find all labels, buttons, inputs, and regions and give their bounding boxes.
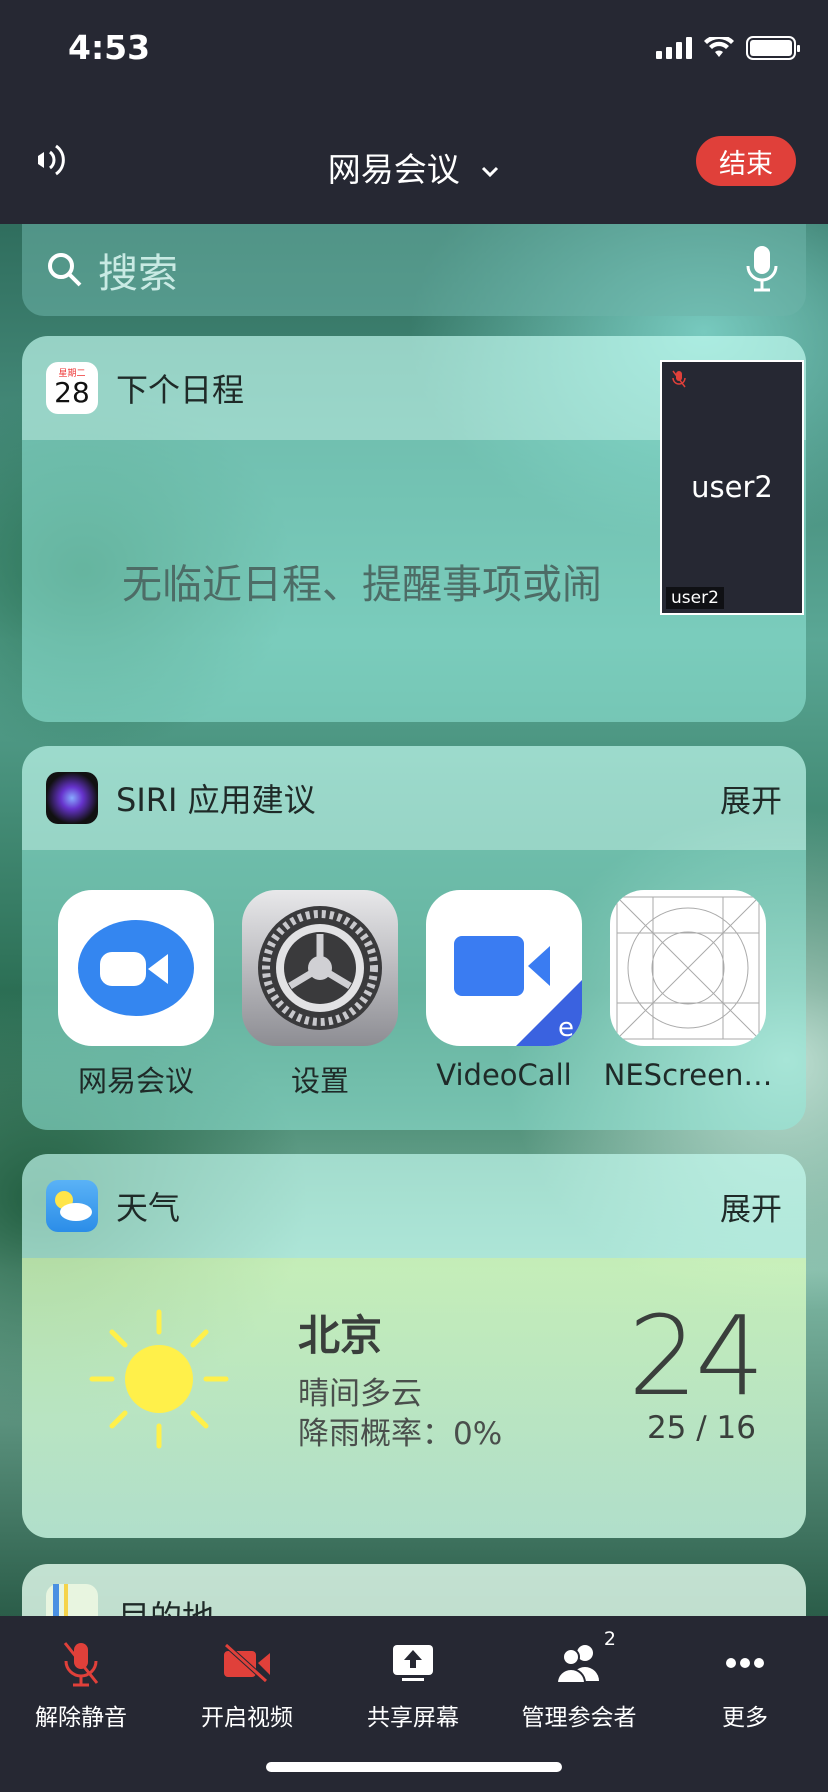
siri-icon [46, 772, 98, 824]
more-icon [726, 1658, 764, 1668]
weather-app-icon [46, 1180, 98, 1232]
weather-city: 北京 [298, 1311, 383, 1360]
weather-widget-header: 天气 展开 [22, 1154, 806, 1258]
share-screen-button[interactable]: 共享屏幕 [338, 1634, 488, 1732]
calendar-icon-date: 28 [54, 376, 90, 409]
placeholder-app-icon [610, 890, 766, 1046]
start-video-button[interactable]: 开启视频 [172, 1634, 322, 1732]
search-placeholder: 搜索 [98, 251, 178, 297]
user-video-tile[interactable]: user2 user2 [660, 360, 804, 615]
app-name: 网易会议 [77, 1064, 194, 1098]
videocall-app-icon: e [426, 890, 582, 1046]
cellular-signal-icon [656, 37, 692, 59]
app-item-videocall[interactable]: e VideoCall [426, 890, 582, 1100]
schedule-empty-text: 无临近日程、提醒事项或闹 [122, 562, 602, 608]
meeting-header: 4:53 网易会议 结束 [0, 0, 828, 224]
video-off-icon [224, 1643, 270, 1683]
search-bar[interactable]: 搜索 [22, 224, 806, 316]
user-tile-tag: user2 [666, 587, 724, 609]
participants-count-badge: 2 [603, 1628, 616, 1650]
home-indicator[interactable] [266, 1762, 562, 1772]
app-item-settings[interactable]: 设置 [242, 890, 398, 1100]
weather-temp-range: 25 / 16 [646, 1410, 756, 1446]
sun-icon [89, 1309, 229, 1449]
weather-rain-chance: 降雨概率：0% [298, 1416, 503, 1452]
siri-widget-header: SIRI 应用建议 展开 [22, 746, 806, 850]
search-icon [48, 253, 82, 287]
weather-widget-body: 北京 晴间多云 降雨概率：0% 24 25 / 16 [22, 1258, 806, 1538]
app-item-wangyi-meeting[interactable]: 网易会议 [58, 890, 214, 1100]
siri-suggestions-widget: SIRI 应用建议 展开 网易会议 设置 e VideoCall NEScree… [22, 746, 806, 1130]
battery-icon [746, 36, 800, 60]
chevron-down-icon [482, 166, 499, 177]
more-label: 更多 [722, 1705, 768, 1731]
start-video-label: 开启视频 [201, 1705, 293, 1731]
siri-widget-title: SIRI 应用建议 [116, 781, 316, 819]
manage-participants-button[interactable]: 2 管理参会者 [504, 1628, 654, 1732]
weather-condition: 晴间多云 [298, 1376, 422, 1412]
app-name: NEScreen… [603, 1058, 773, 1092]
svg-text:e: e [558, 1013, 574, 1043]
meeting-app-icon [58, 890, 214, 1046]
settings-gear-icon [242, 890, 398, 1046]
end-meeting-button[interactable]: 结束 [696, 136, 796, 186]
wifi-icon [704, 37, 734, 57]
more-button[interactable]: 更多 [670, 1634, 820, 1732]
participants-icon [555, 1645, 599, 1683]
status-icons [656, 36, 800, 60]
weather-expand-button[interactable]: 展开 [720, 1184, 782, 1229]
weather-temperature: 24 [628, 1292, 765, 1420]
status-time: 4:53 [68, 28, 151, 67]
weather-widget[interactable]: 天气 展开 北京 晴间多云 降雨概率：0% 24 25 / 16 [22, 1154, 806, 1538]
share-screen-label: 共享屏幕 [367, 1705, 459, 1731]
microphone-icon[interactable] [744, 244, 780, 294]
meeting-title-text: 网易会议 [327, 150, 460, 189]
share-screen-icon [393, 1645, 433, 1681]
siri-expand-button[interactable]: 展开 [720, 776, 782, 821]
calendar-icon: 星期二 28 [46, 362, 98, 414]
mic-muted-icon [63, 1642, 99, 1687]
unmute-button[interactable]: 解除静音 [6, 1634, 156, 1732]
manage-participants-label: 管理参会者 [521, 1705, 637, 1731]
siri-app-list: 网易会议 设置 e VideoCall NEScreen… [22, 850, 806, 1130]
app-item-nescreen[interactable]: NEScreen… [604, 890, 772, 1100]
app-name: VideoCall [436, 1058, 572, 1092]
mic-muted-icon [672, 370, 686, 388]
app-name: 设置 [290, 1064, 349, 1098]
user-tile-name: user2 [691, 470, 773, 504]
weather-widget-title: 天气 [116, 1189, 181, 1227]
unmute-label: 解除静音 [35, 1705, 127, 1731]
